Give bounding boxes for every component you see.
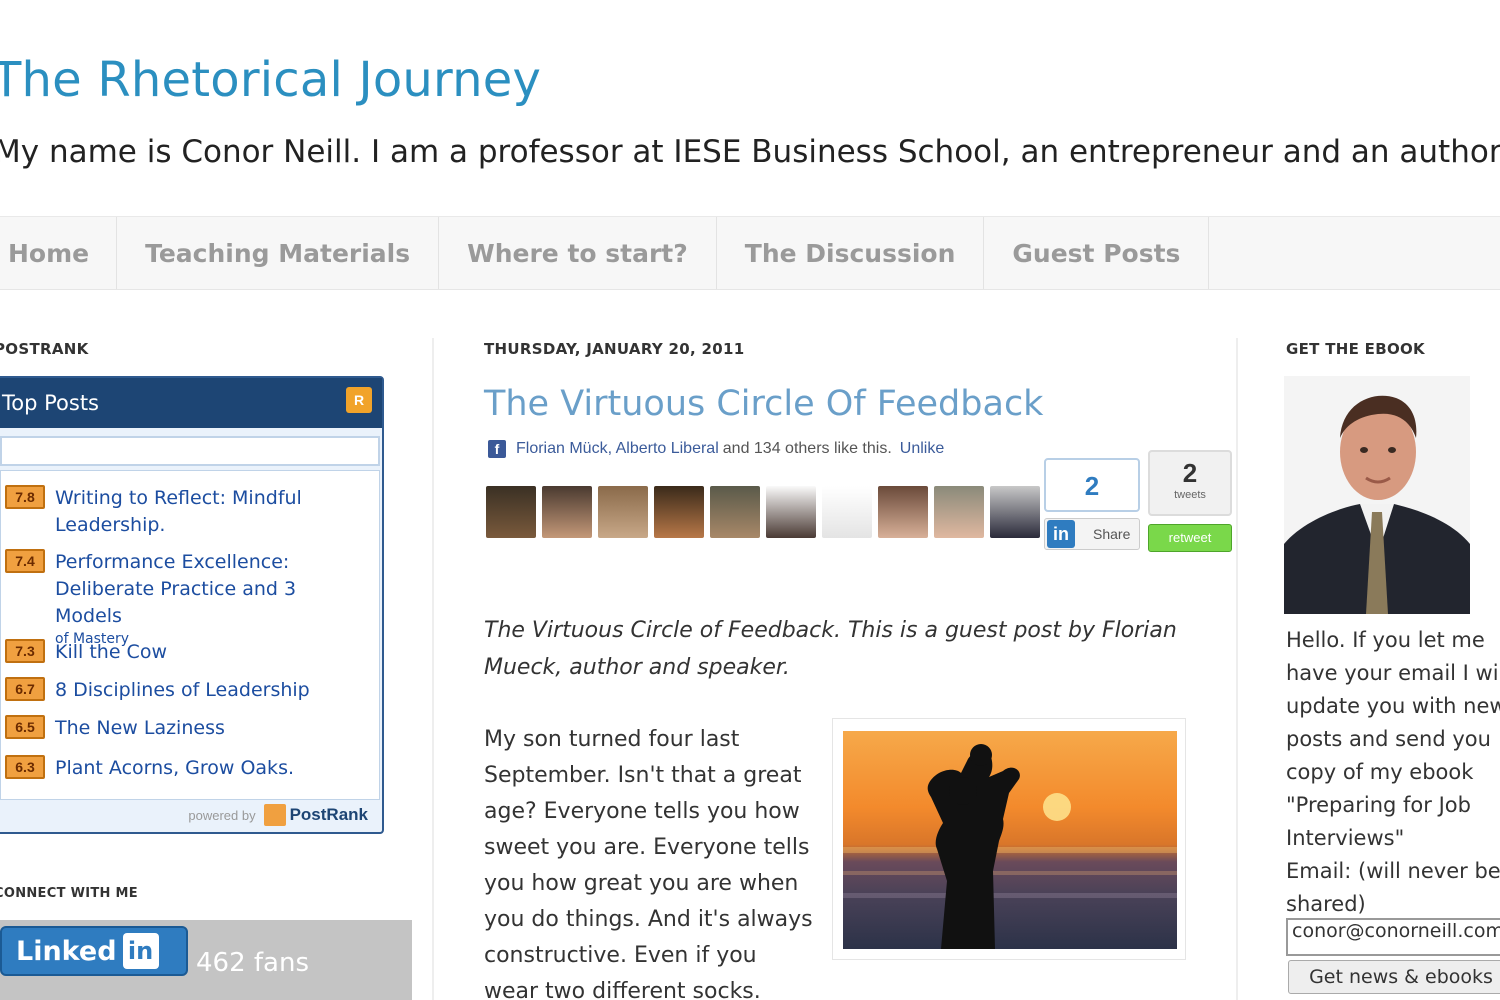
post-score: 7.4 — [5, 549, 45, 573]
postrank-brand[interactable]: PostRank — [290, 805, 368, 825]
tab-home[interactable]: Home — [0, 217, 118, 289]
tweet-count-label: tweets — [1174, 489, 1206, 501]
post-body: My son turned four last September. Isn't… — [484, 727, 813, 1000]
author-photo — [1284, 376, 1470, 614]
postrank-logo-icon — [263, 804, 286, 826]
list-item[interactable]: 7.4 Performance Excellence: Deliberate P… — [1, 549, 365, 648]
avatar[interactable] — [990, 486, 1040, 538]
sunset-silhouette-image — [843, 731, 1177, 949]
postrank-widget: Top Posts R 7.8 Writing to Reflect: Mind… — [0, 376, 384, 834]
list-item[interactable]: 6.5 The New Laziness — [1, 715, 365, 742]
silhouette-graphic — [843, 744, 1177, 949]
retweet-button[interactable]: retweet — [1148, 524, 1232, 552]
connect-heading: CONNECT WITH ME — [0, 886, 138, 901]
post-link[interactable]: 8 Disciplines of Leadership — [55, 677, 365, 704]
post-link[interactable]: Performance Excellence: Deliberate Pract… — [55, 549, 365, 630]
avatar[interactable] — [934, 486, 984, 538]
linkedin-icon: in — [122, 933, 159, 969]
tab-the-discussion[interactable]: The Discussion — [717, 217, 985, 289]
fb-like-names[interactable]: Florian Mück, Alberto Liberal — [516, 440, 719, 458]
list-item[interactable]: 7.8 Writing to Reflect: Mindful Leadersh… — [1, 485, 365, 539]
blog-title[interactable]: The Rhetorical Journey — [0, 52, 541, 108]
blog-description: My name is Conor Neill. I am a professor… — [0, 134, 1500, 170]
linkedin-share-button[interactable]: in Share — [1044, 518, 1140, 550]
linkedin-share-label: Share — [1093, 526, 1131, 542]
post-score: 6.3 — [5, 755, 45, 779]
list-item[interactable]: 6.3 Plant Acorns, Grow Oaks. — [1, 755, 365, 782]
facebook-like-bar: f Florian Mück, Alberto Liberal and 134 … — [488, 440, 944, 458]
avatar[interactable] — [710, 486, 760, 538]
top-posts-list: 7.8 Writing to Reflect: Mindful Leadersh… — [0, 470, 380, 800]
avatar[interactable] — [878, 486, 928, 538]
fan-count: 462 fans — [196, 948, 310, 978]
post-intro: The Virtuous Circle of Feedback. This is… — [484, 618, 1177, 680]
powered-by[interactable]: powered by PostRank — [188, 804, 368, 826]
list-item[interactable]: 7.3 Kill the Cow — [1, 639, 365, 666]
linkedin-icon: in — [1047, 520, 1075, 548]
linkedin-label: Linked — [16, 935, 117, 967]
avatar[interactable] — [654, 486, 704, 538]
tweet-count-box: 2 tweets — [1148, 450, 1232, 516]
author-portrait-graphic — [1284, 376, 1470, 614]
fb-unlike-link[interactable]: Unlike — [900, 440, 944, 458]
ebook-heading: GET THE EBOOK — [1286, 340, 1425, 358]
avatar[interactable] — [542, 486, 592, 538]
post-link[interactable]: Plant Acorns, Grow Oaks. — [55, 755, 365, 782]
post-link[interactable]: Writing to Reflect: Mindful Leadership. — [55, 485, 365, 539]
rss-icon[interactable]: R — [346, 387, 372, 413]
post-link[interactable]: Kill the Cow — [55, 639, 365, 666]
avatar[interactable] — [766, 486, 816, 538]
avatar[interactable] — [822, 486, 872, 538]
main-nav: Home Teaching Materials Where to start? … — [0, 216, 1500, 290]
tab-guest-posts[interactable]: Guest Posts — [984, 217, 1210, 289]
powered-by-label: powered by — [188, 807, 256, 823]
tweet-count: 2 — [1182, 458, 1198, 488]
email-field[interactable]: conor@conorneill.com — [1286, 918, 1500, 956]
ebook-pitch: Hello. If you let me have your email I w… — [1286, 628, 1500, 850]
linkedin-share-count: 2 — [1044, 458, 1140, 512]
avatar[interactable] — [486, 486, 536, 538]
facebook-icon: f — [488, 440, 506, 458]
widget-title: Top Posts — [2, 391, 99, 415]
widget-header: Top Posts — [0, 378, 382, 428]
linkedin-button[interactable]: Linked in — [0, 926, 188, 976]
post-link[interactable]: The New Laziness — [55, 715, 365, 742]
list-item[interactable]: 6.7 8 Disciplines of Leadership — [1, 677, 365, 704]
column-divider — [432, 338, 434, 1000]
get-ebook-button[interactable]: Get news & ebooks — [1288, 960, 1500, 994]
post-score: 7.3 — [5, 639, 45, 663]
avatar[interactable] — [598, 486, 648, 538]
post-date: THURSDAY, JANUARY 20, 2011 — [484, 340, 745, 358]
post-score: 6.7 — [5, 677, 45, 701]
email-label: Email: (will never be shared) — [1286, 859, 1500, 916]
tab-teaching-materials[interactable]: Teaching Materials — [117, 217, 440, 289]
tab-where-to-start[interactable]: Where to start? — [439, 217, 717, 289]
post-score: 6.5 — [5, 715, 45, 739]
facebook-faces — [486, 486, 1040, 538]
postrank-heading: POSTRANK — [0, 340, 89, 358]
widget-search-box[interactable] — [0, 436, 380, 466]
column-divider — [1236, 338, 1238, 1000]
fb-like-text: and 134 others like this. — [722, 440, 892, 457]
post-score: 7.8 — [5, 485, 45, 509]
post-image-frame — [832, 718, 1186, 960]
post-title[interactable]: The Virtuous Circle Of Feedback — [484, 384, 1043, 424]
ebook-text: Hello. If you let me have your email I w… — [1286, 624, 1500, 921]
